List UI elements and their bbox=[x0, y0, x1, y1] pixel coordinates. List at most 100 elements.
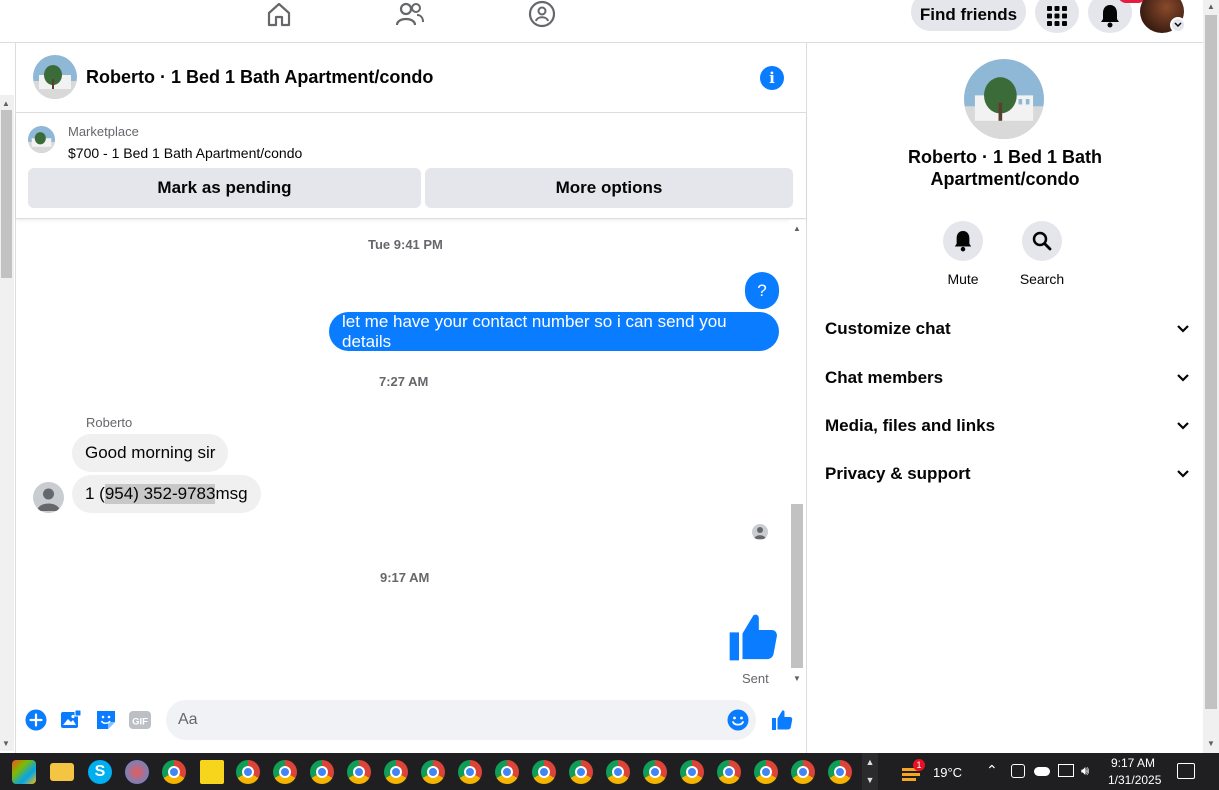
chrome-icon[interactable] bbox=[495, 760, 519, 784]
copilot-icon[interactable] bbox=[12, 760, 36, 784]
chrome-icon[interactable] bbox=[754, 760, 778, 784]
chevron-up-icon[interactable]: ⌃ bbox=[986, 762, 998, 779]
selected-phone-number: 954) 352-9783 bbox=[104, 484, 216, 504]
message-composer: GIF bbox=[16, 698, 806, 743]
message-text: msg bbox=[215, 484, 248, 503]
scroll-down-arrow-icon[interactable]: ▼ bbox=[2, 739, 10, 748]
find-friends-button[interactable]: Find friends bbox=[911, 0, 1026, 31]
top-navigation-bar: Find friends bbox=[0, 0, 1203, 43]
sticky-notes-icon[interactable] bbox=[200, 760, 224, 784]
message-timestamp: Tue 9:41 PM bbox=[368, 237, 443, 252]
network-icon[interactable] bbox=[1058, 764, 1074, 777]
marketplace-listing-thumbnail[interactable] bbox=[28, 126, 55, 153]
menu-grid-icon[interactable] bbox=[1035, 0, 1079, 33]
chrome-icon[interactable] bbox=[643, 760, 667, 784]
message-input[interactable] bbox=[178, 700, 718, 740]
chevron-down-icon[interactable] bbox=[1170, 17, 1186, 33]
mute-button[interactable]: Mute bbox=[933, 221, 993, 287]
chrome-icon[interactable] bbox=[458, 760, 482, 784]
groups-icon[interactable] bbox=[522, 0, 562, 34]
search-icon[interactable] bbox=[1022, 221, 1062, 261]
mute-label: Mute bbox=[947, 271, 979, 287]
gif-icon[interactable]: GIF bbox=[128, 708, 152, 732]
sender-avatar[interactable] bbox=[33, 482, 64, 513]
home-icon[interactable] bbox=[259, 0, 299, 34]
chrome-icon[interactable] bbox=[421, 760, 445, 784]
conversation-avatar[interactable] bbox=[964, 59, 1044, 139]
incoming-message[interactable]: Good morning sir bbox=[72, 434, 229, 472]
weather-alert-badge: 1 bbox=[913, 759, 925, 771]
windows-taskbar: S ▲ ▼ 1 19°C ⌃ 🔊︎ 9:17 AM 1/31/2025 bbox=[0, 753, 1219, 790]
volume-icon[interactable]: 🔊︎ bbox=[1081, 763, 1089, 779]
mark-as-pending-button[interactable]: Mark as pending bbox=[28, 168, 421, 208]
notification-center-icon[interactable] bbox=[1177, 763, 1195, 779]
privacy-support-section[interactable]: Privacy & support bbox=[825, 459, 1190, 489]
thumbs-up-sticker-icon[interactable] bbox=[725, 609, 781, 665]
chat-title[interactable]: Roberto · 1 Bed 1 Bath Apartment/condo bbox=[86, 67, 433, 88]
browser-scrollbar[interactable]: ▲ ▼ bbox=[1203, 0, 1219, 753]
sent-status: Sent bbox=[742, 671, 769, 686]
chrome-icon[interactable] bbox=[828, 760, 852, 784]
chrome-icon[interactable] bbox=[606, 760, 630, 784]
more-options-button[interactable]: More options bbox=[425, 168, 793, 208]
paint-icon[interactable] bbox=[125, 760, 149, 784]
outgoing-message[interactable]: let me have your contact number so i can… bbox=[329, 312, 779, 351]
emoji-icon[interactable] bbox=[727, 709, 749, 731]
chrome-icon[interactable] bbox=[532, 760, 556, 784]
scroll-up-arrow-icon[interactable]: ▲ bbox=[1207, 2, 1215, 11]
meet-icon[interactable] bbox=[1011, 764, 1025, 778]
listing-avatar[interactable] bbox=[33, 55, 77, 99]
chrome-icon[interactable] bbox=[273, 760, 297, 784]
chrome-icon[interactable] bbox=[680, 760, 704, 784]
clock-time[interactable]: 9:17 AM bbox=[1111, 756, 1155, 770]
clock-date[interactable]: 1/31/2025 bbox=[1108, 773, 1161, 787]
scroll-down-arrow-icon[interactable]: ▼ bbox=[1207, 739, 1215, 748]
media-files-links-section[interactable]: Media, files and links bbox=[825, 411, 1190, 441]
friends-icon[interactable] bbox=[390, 0, 430, 34]
notifications-bell-icon[interactable] bbox=[1088, 0, 1132, 33]
outgoing-message[interactable]: ? bbox=[745, 272, 779, 309]
message-text: 1 ( bbox=[85, 484, 105, 503]
chrome-icon[interactable] bbox=[384, 760, 408, 784]
scrollbar-thumb[interactable] bbox=[1, 110, 12, 278]
chrome-icon[interactable] bbox=[347, 760, 371, 784]
chrome-icon[interactable] bbox=[569, 760, 593, 784]
chrome-icon[interactable] bbox=[310, 760, 334, 784]
scrollbar-thumb[interactable] bbox=[791, 504, 803, 668]
plus-icon[interactable] bbox=[24, 708, 48, 732]
thumbs-up-icon[interactable] bbox=[770, 708, 794, 732]
file-explorer-icon[interactable] bbox=[50, 763, 74, 781]
message-input-container bbox=[166, 700, 756, 740]
section-label: Customize chat bbox=[825, 319, 951, 338]
search-label: Search bbox=[1019, 271, 1065, 287]
chat-members-section[interactable]: Chat members bbox=[825, 363, 1190, 393]
info-icon[interactable]: i bbox=[760, 66, 784, 90]
customize-chat-section[interactable]: Customize chat bbox=[825, 314, 1190, 344]
chrome-icon[interactable] bbox=[791, 760, 815, 784]
chevron-down-icon bbox=[1177, 374, 1189, 382]
chat-header: Roberto · 1 Bed 1 Bath Apartment/condo i bbox=[16, 43, 806, 113]
incoming-message[interactable]: 1 (954) 352-9783 msg bbox=[72, 475, 261, 513]
search-button[interactable]: Search bbox=[1012, 221, 1072, 287]
chrome-icon[interactable] bbox=[162, 760, 186, 784]
chrome-icon[interactable] bbox=[236, 760, 260, 784]
scrollbar-thumb[interactable] bbox=[1205, 15, 1217, 709]
chevron-down-icon bbox=[1177, 422, 1189, 430]
chrome-icon[interactable] bbox=[717, 760, 741, 784]
listing-price-title[interactable]: $700 - 1 Bed 1 Bath Apartment/condo bbox=[68, 145, 302, 161]
page-scrollbar[interactable]: ▲ ▼ bbox=[0, 95, 14, 751]
weather-temperature[interactable]: 19°C bbox=[933, 765, 962, 780]
messages-scrollbar[interactable]: ▲ ▼ bbox=[789, 220, 805, 688]
scroll-up-arrow-icon[interactable]: ▲ bbox=[2, 99, 10, 108]
scroll-down-arrow-icon[interactable]: ▼ bbox=[793, 674, 801, 683]
conversation-details-panel: Roberto · 1 Bed 1 Bath Apartment/condo M… bbox=[808, 43, 1203, 753]
photo-icon[interactable] bbox=[59, 708, 83, 732]
section-label: Privacy & support bbox=[825, 464, 971, 483]
sticker-icon[interactable] bbox=[94, 708, 118, 732]
taskbar-scroll-arrows[interactable]: ▲ ▼ bbox=[862, 753, 878, 790]
scroll-up-arrow-icon[interactable]: ▲ bbox=[793, 224, 801, 233]
onedrive-cloud-icon[interactable] bbox=[1034, 767, 1050, 776]
skype-icon[interactable]: S bbox=[88, 760, 112, 784]
svg-text:GIF: GIF bbox=[132, 717, 148, 728]
bell-icon[interactable] bbox=[943, 221, 983, 261]
